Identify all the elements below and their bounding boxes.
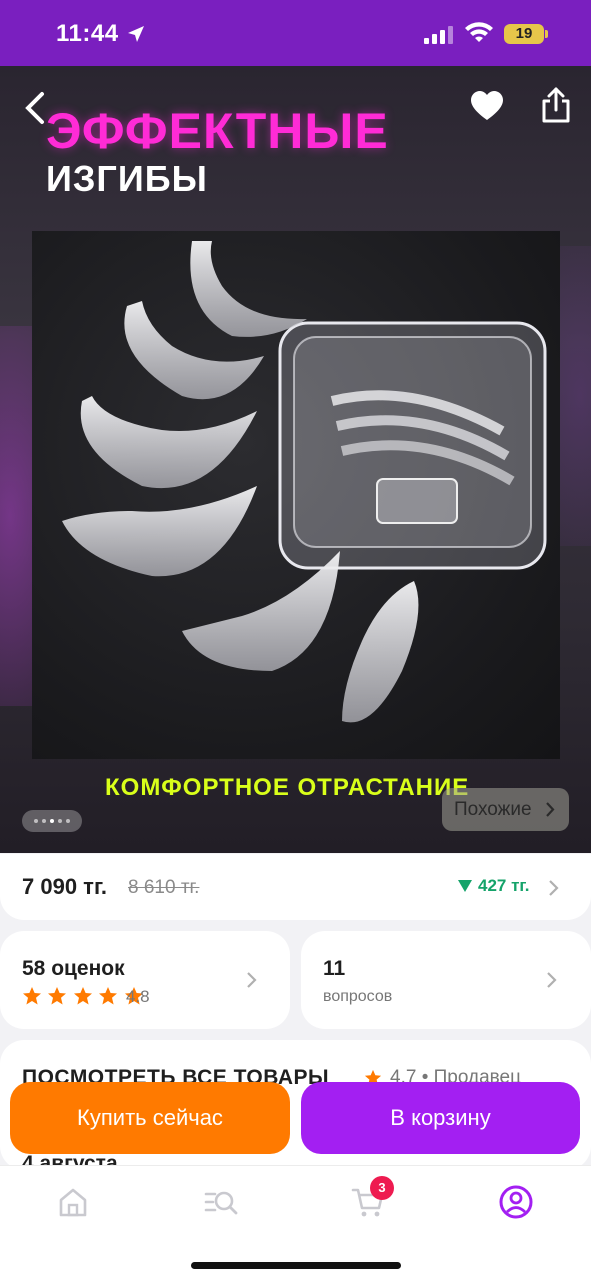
questions-label: вопросов (323, 988, 393, 1005)
image-pagination[interactable] (22, 810, 82, 832)
pagination-dot (58, 819, 62, 823)
current-price: 7 090 тг. (22, 874, 108, 899)
pagination-dot (34, 819, 38, 823)
home-icon[interactable] (55, 1184, 91, 1220)
status-bar: 11:44 19 (0, 0, 591, 66)
hero-title: ЭФФЕКТНЫЕ (46, 103, 389, 159)
price-drop-amount: 427 тг. (478, 876, 530, 895)
star-icon (73, 987, 92, 1005)
pagination-dot (66, 819, 70, 823)
profile-icon[interactable] (498, 1184, 534, 1220)
back-arrow-icon[interactable] (22, 90, 48, 126)
share-icon[interactable] (540, 86, 572, 124)
reviews-count: 58 оценок (22, 957, 125, 980)
buy-now-button[interactable]: Купить сейчас (10, 1082, 290, 1154)
wifi-icon (465, 22, 493, 42)
chevron-right-icon (247, 972, 257, 988)
similar-label: Похожие (454, 799, 532, 820)
battery-indicator: 19 (504, 24, 544, 44)
battery-tip (545, 30, 548, 38)
price-section[interactable]: 7 090 тг. 8 610 тг. 427 тг. (0, 854, 591, 920)
add-to-cart-button[interactable]: В корзину (301, 1082, 580, 1154)
catalog-search-icon[interactable] (203, 1184, 239, 1220)
location-arrow-icon (128, 26, 144, 42)
reviews-card[interactable]: 58 оценок 4.8 (0, 931, 290, 1029)
star-icon (99, 987, 118, 1005)
star-icon (23, 987, 41, 1005)
chevron-right-icon (546, 802, 555, 817)
favorite-heart-icon[interactable] (470, 90, 504, 122)
cart-count-badge: 3 (370, 1176, 394, 1200)
pagination-dot (42, 819, 46, 823)
chevron-right-icon (549, 880, 559, 896)
similar-products-button[interactable]: Похожие (442, 788, 569, 831)
price-drop-triangle-icon (458, 880, 472, 892)
questions-count: 11 (323, 957, 346, 980)
rating-value: 4.8 (126, 987, 150, 1006)
star-icon (48, 987, 67, 1005)
hero-subtitle: ИЗГИБЫ (46, 158, 208, 199)
cellular-signal-icon (424, 26, 453, 44)
pagination-dot-active (50, 819, 54, 823)
status-time: 11:44 (56, 20, 119, 47)
silicone-pads-illustration (62, 241, 547, 723)
product-photo (32, 231, 560, 759)
questions-card[interactable]: 11 вопросов (301, 931, 591, 1029)
chevron-right-icon (547, 972, 557, 988)
product-image-gallery[interactable]: ЭФФЕКТНЫЕ ИЗГИБЫ КОМФОРТНОЕ ОТРАСТАНИЕ П… (0, 66, 591, 853)
old-price: 8 610 тг. (128, 877, 200, 898)
hero-caption: КОМФОРТНОЕ ОТРАСТАНИЕ (105, 774, 470, 801)
home-indicator (191, 1262, 401, 1269)
